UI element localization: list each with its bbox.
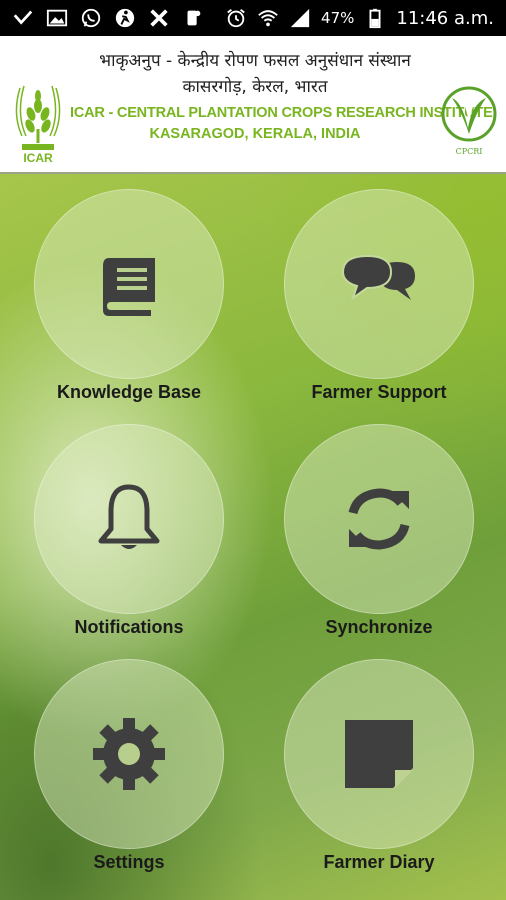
knowledge-base-button[interactable]: [34, 189, 224, 379]
signal-icon: [289, 7, 311, 29]
institute-header: ICAR भाकृअनुप - केन्द्रीय रोपण फसल अनुसं…: [0, 36, 506, 174]
battery-icon: [364, 7, 386, 29]
farmer-support-label: Farmer Support: [311, 382, 447, 402]
knowledge-base-label: Knowledge Base: [56, 382, 202, 402]
sync-icon: [339, 479, 419, 559]
english-title: ICAR - CENTRAL PLANTATION CROPS RESEARCH…: [70, 105, 493, 121]
notifications-button[interactable]: [34, 424, 224, 614]
wifi-icon: [257, 7, 279, 29]
knowledge-base-tile[interactable]: Knowledge Base: [34, 189, 224, 419]
status-bar: 47% 11:46 a.m.: [0, 0, 506, 36]
farmer-diary-button[interactable]: [284, 659, 474, 849]
farmer-diary-tile[interactable]: Farmer Diary: [284, 659, 474, 889]
icar-logo: ICAR: [8, 74, 68, 166]
english-location: KASARAGOD, KERALA, INDIA: [149, 126, 361, 142]
tools-icon: [148, 7, 170, 29]
settings-button[interactable]: [34, 659, 224, 849]
battery-percent: 47%: [321, 9, 355, 27]
notifications-tile[interactable]: Notifications: [34, 424, 224, 654]
main-menu: Knowledge Base Farmer Support Notificati…: [0, 174, 506, 900]
check-icon: [12, 7, 34, 29]
alarm-icon: [225, 7, 247, 29]
gear-icon: [89, 714, 169, 794]
gallery-icon: [46, 7, 68, 29]
hindi-location: कासरगोड़, केरल, भारत: [182, 77, 328, 97]
runner-icon: [114, 7, 136, 29]
farmer-support-button[interactable]: [284, 189, 474, 379]
synchronize-label: Synchronize: [325, 617, 433, 637]
sticky-note-icon: [339, 714, 419, 794]
settings-tile[interactable]: Settings: [34, 659, 224, 889]
phone-settings-icon: [182, 7, 204, 29]
notifications-label: Notifications: [74, 617, 184, 637]
synchronize-button[interactable]: [284, 424, 474, 614]
chat-bubbles-icon: [339, 244, 419, 324]
bell-icon: [89, 479, 169, 559]
farmer-support-tile[interactable]: Farmer Support: [284, 189, 474, 419]
institute-title-block: भाकृअनुप - केन्द्रीय रोपण फसल अनुसंधान स…: [70, 48, 493, 144]
farmer-diary-label: Farmer Diary: [323, 852, 435, 872]
cpcri-logo: CPCRI: [440, 78, 498, 168]
whatsapp-icon: [80, 7, 102, 29]
synchronize-tile[interactable]: Synchronize: [284, 424, 474, 654]
settings-label: Settings: [93, 852, 165, 872]
clock: 11:46 a.m.: [396, 7, 494, 29]
svg-text:CPCRI: CPCRI: [456, 147, 483, 156]
hindi-title: भाकृअनुप - केन्द्रीय रोपण फसल अनुसंधान स…: [99, 51, 411, 71]
book-icon: [89, 244, 169, 324]
svg-text:ICAR: ICAR: [23, 151, 53, 165]
